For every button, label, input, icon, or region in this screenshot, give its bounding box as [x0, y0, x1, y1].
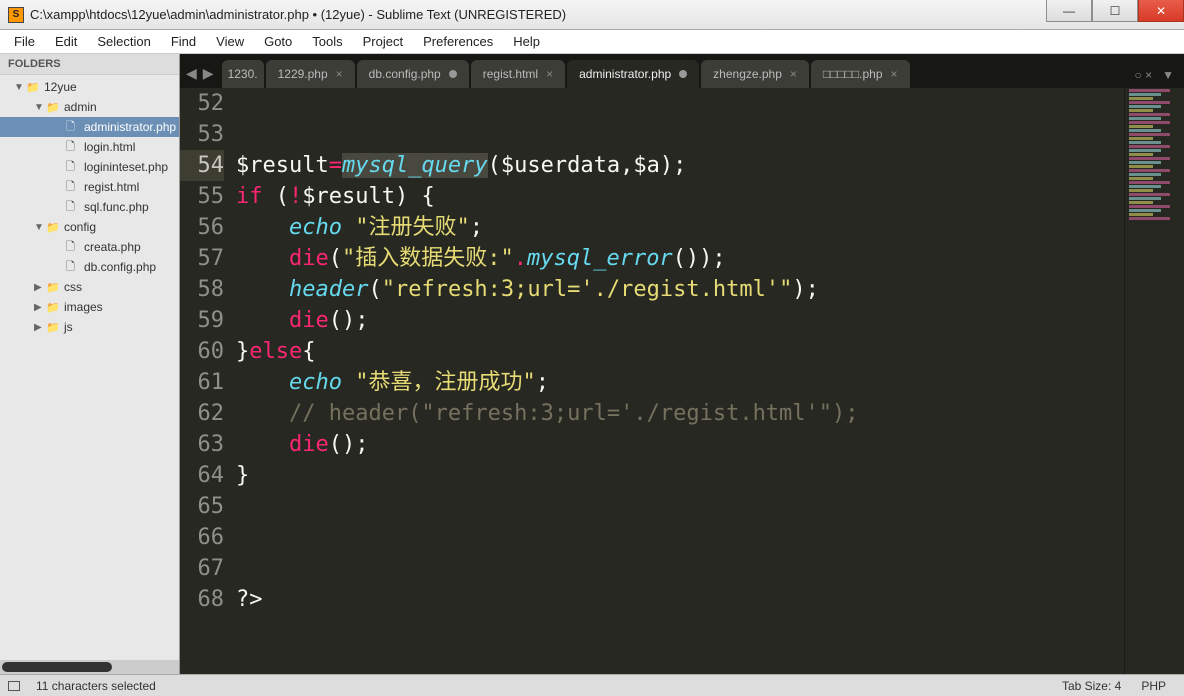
tab-close-icon[interactable]: × [546, 67, 553, 81]
status-syntax[interactable]: PHP [1131, 679, 1176, 693]
titlebar: S C:\xampp\htdocs\12yue\admin\administra… [0, 0, 1184, 30]
menu-edit[interactable]: Edit [45, 31, 87, 52]
tab-close-icon[interactable]: × [891, 67, 898, 81]
tab-close-icon[interactable]: × [336, 67, 343, 81]
tab-close-icon[interactable]: × [790, 67, 797, 81]
tab[interactable]: zhengze.php× [701, 60, 809, 88]
nav-fwd-icon[interactable]: ▶ [203, 65, 214, 82]
tree-item[interactable]: 🗋creata.php [0, 237, 179, 257]
tree-item[interactable]: 🗋administrator.php [0, 117, 179, 137]
tab-menu-icon[interactable]: ▼ [1162, 68, 1184, 88]
sidebar-scrollbar[interactable] [0, 660, 179, 674]
main-area: FOLDERS ▼📁12yue▼📁admin🗋administrator.php… [0, 54, 1184, 674]
tree-item[interactable]: ▶📁js [0, 317, 179, 337]
window-title: C:\xampp\htdocs\12yue\admin\administrato… [30, 7, 1046, 22]
tree-item[interactable]: 🗋login.html [0, 137, 179, 157]
tab[interactable]: 1229.php× [266, 60, 355, 88]
tree-item[interactable]: ▶📁images [0, 297, 179, 317]
menu-goto[interactable]: Goto [254, 31, 302, 52]
tab[interactable]: administrator.php [567, 60, 699, 88]
dirty-icon [449, 70, 457, 78]
tab-overflow-icon[interactable]: ○ × [1135, 68, 1163, 88]
menu-help[interactable]: Help [503, 31, 550, 52]
menu-file[interactable]: File [4, 31, 45, 52]
minimap[interactable] [1124, 88, 1184, 674]
menubar: FileEditSelectionFindViewGotoToolsProjec… [0, 30, 1184, 54]
close-button[interactable]: ✕ [1138, 0, 1184, 22]
window-controls: — ☐ ✕ [1046, 0, 1184, 29]
status-tabsize[interactable]: Tab Size: 4 [1052, 679, 1131, 693]
code-lines[interactable]: $result=mysql_query($userdata,$a);if (!$… [236, 88, 1124, 674]
tree-item[interactable]: 🗋db.config.php [0, 257, 179, 277]
tree-item[interactable]: ▼📁config [0, 217, 179, 237]
menu-view[interactable]: View [206, 31, 254, 52]
dirty-icon [679, 70, 687, 78]
editor-pane: ◀ ▶ 1230.1229.php×db.config.phpregist.ht… [180, 54, 1184, 674]
menu-tools[interactable]: Tools [302, 31, 352, 52]
maximize-button[interactable]: ☐ [1092, 0, 1138, 22]
tree-item[interactable]: 🗋sql.func.php [0, 197, 179, 217]
nav-back-icon[interactable]: ◀ [186, 65, 197, 82]
folder-tree[interactable]: ▼📁12yue▼📁admin🗋administrator.php🗋login.h… [0, 75, 179, 660]
tab[interactable]: 1230. [222, 60, 264, 88]
statusbar: 11 characters selected Tab Size: 4 PHP [0, 674, 1184, 696]
panel-icon[interactable] [8, 681, 20, 691]
tree-item[interactable]: ▶📁css [0, 277, 179, 297]
line-gutter[interactable]: 5253545556575859606162636465666768 [180, 88, 236, 674]
menu-preferences[interactable]: Preferences [413, 31, 503, 52]
menu-selection[interactable]: Selection [87, 31, 160, 52]
tree-item[interactable]: ▼📁12yue [0, 77, 179, 97]
tree-item[interactable]: 🗋logininteset.php [0, 157, 179, 177]
status-selection: 11 characters selected [26, 679, 166, 693]
tab-strip: ◀ ▶ 1230.1229.php×db.config.phpregist.ht… [180, 54, 1184, 88]
app-icon: S [8, 7, 24, 23]
tree-item[interactable]: ▼📁admin [0, 97, 179, 117]
menu-project[interactable]: Project [353, 31, 413, 52]
tab[interactable]: db.config.php [357, 60, 469, 88]
minimize-button[interactable]: — [1046, 0, 1092, 22]
tab[interactable]: □□□□□.php× [811, 60, 910, 88]
tab-nav-arrows[interactable]: ◀ ▶ [186, 65, 222, 88]
sidebar: FOLDERS ▼📁12yue▼📁admin🗋administrator.php… [0, 54, 180, 674]
sidebar-header: FOLDERS [0, 54, 179, 75]
tab[interactable]: regist.html× [471, 60, 565, 88]
tree-item[interactable]: 🗋regist.html [0, 177, 179, 197]
code-area[interactable]: 5253545556575859606162636465666768 $resu… [180, 88, 1184, 674]
menu-find[interactable]: Find [161, 31, 206, 52]
